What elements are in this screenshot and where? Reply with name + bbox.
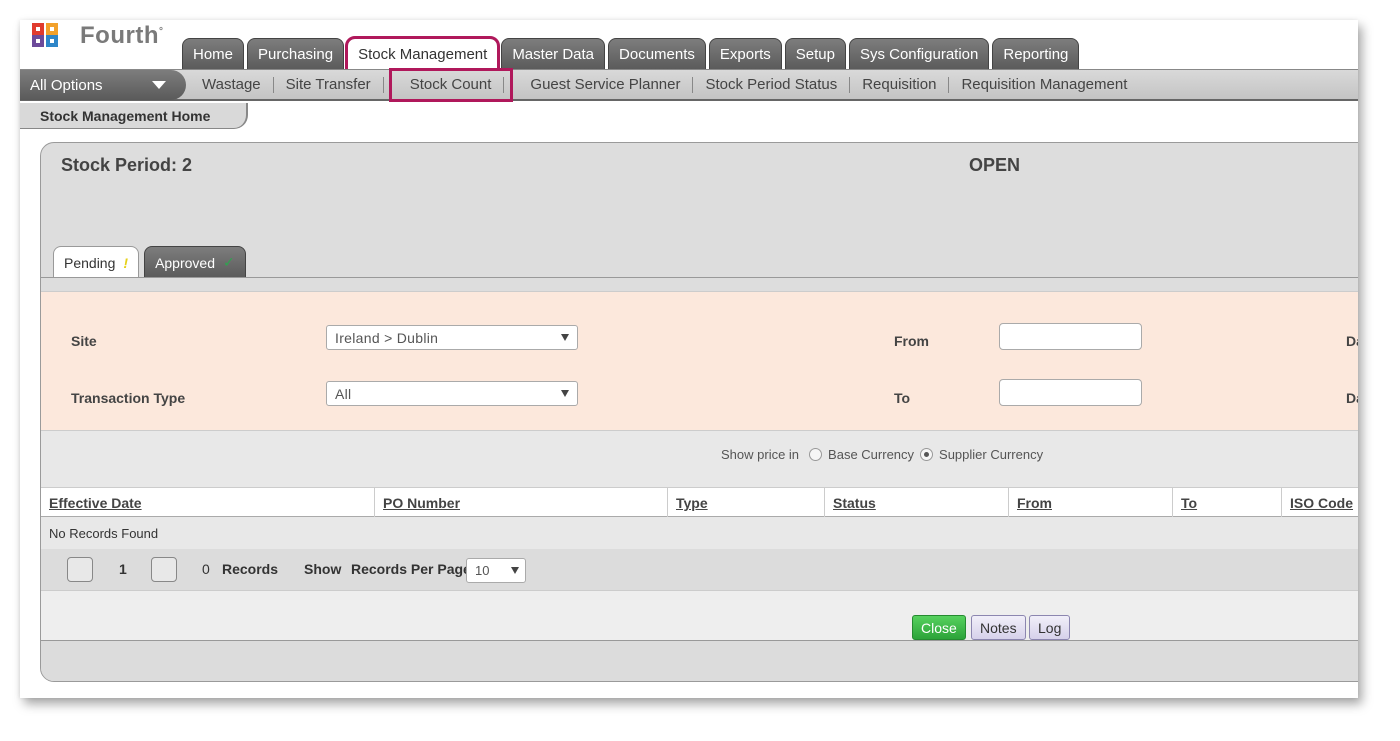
notes-button[interactable]: Notes (971, 615, 1026, 640)
supplier-currency-radio[interactable] (920, 448, 934, 461)
transaction-type-label: Transaction Type (71, 390, 186, 406)
transaction-type-select[interactable]: All (326, 381, 578, 406)
logo-text: Fourth° (80, 22, 164, 49)
tab-reporting[interactable]: Reporting (992, 38, 1080, 70)
tab-stock-management[interactable]: Stock Management (345, 36, 501, 72)
to-label: To (894, 390, 911, 406)
tab-approved[interactable]: Approved ✓ (144, 246, 246, 278)
tab-pending[interactable]: Pending ! (53, 246, 140, 278)
sub-nav: All Options Wastage Site Transfer Stock … (20, 68, 1358, 102)
tab-divider (41, 277, 1358, 278)
tab-home[interactable]: Home (182, 38, 245, 70)
chevron-down-icon (152, 81, 166, 89)
col-to[interactable]: To (1173, 488, 1282, 518)
records-label: Records (222, 561, 279, 577)
next-page-button[interactable] (151, 557, 177, 582)
logo-mark-icon (32, 23, 74, 49)
subnav-wastage[interactable]: Wastage (190, 77, 274, 93)
show-label: Show (304, 561, 342, 577)
base-currency-label: Base Currency (828, 447, 915, 462)
all-options-label: All Options (30, 76, 103, 94)
subnav-requisition[interactable]: Requisition (850, 77, 950, 93)
current-page: 1 (119, 561, 127, 577)
col-status[interactable]: Status (825, 488, 1009, 518)
panel-footer (41, 641, 1358, 681)
period-title: Stock Period: 2 (61, 155, 193, 175)
site-select-value: Ireland > Dublin (335, 329, 439, 346)
all-options-dropdown[interactable]: All Options (20, 70, 186, 100)
app-window: Fourth° Home Purchasing Stock Management… (20, 20, 1358, 698)
from-date-input[interactable] (999, 323, 1142, 350)
subnav-requisition-management[interactable]: Requisition Management (949, 77, 1139, 93)
to-date-input[interactable] (999, 379, 1142, 406)
warning-icon: ! (123, 254, 129, 271)
records-per-page-value: 10 (475, 563, 490, 578)
supplier-currency-label: Supplier Currency (939, 447, 1044, 462)
col-type[interactable]: Type (668, 488, 825, 518)
chevron-down-icon (561, 334, 569, 341)
subnav-stock-period-status[interactable]: Stock Period Status (693, 77, 851, 93)
prev-page-button[interactable] (67, 557, 93, 582)
empty-message: No Records Found (41, 517, 1358, 549)
tab-pending-label: Pending (64, 254, 116, 271)
transaction-type-value: All (335, 385, 352, 402)
sub-nav-items: Wastage Site Transfer Stock Count Guest … (190, 68, 1139, 102)
col-iso-code[interactable]: ISO Code (1282, 488, 1358, 518)
records-per-page-label: Records Per Page (351, 561, 471, 577)
tab-sys-configuration[interactable]: Sys Configuration (848, 38, 990, 70)
period-status: OPEN (969, 155, 1021, 175)
col-po-number[interactable]: PO Number (375, 488, 668, 518)
tab-documents[interactable]: Documents (608, 38, 706, 70)
table-header: Effective Date PO Number Type Status Fro… (41, 487, 1358, 518)
chevron-down-icon (511, 567, 519, 574)
log-button[interactable]: Log (1029, 615, 1071, 640)
records-per-page-select[interactable]: 10 (466, 558, 526, 583)
pager: 1 0 Records Show Records Per Page 10 (41, 549, 1358, 591)
record-count: 0 (202, 561, 210, 577)
price-currency-options: Show price in Base Currency Supplier Cur… (721, 447, 1043, 462)
date-label-2: Da (1346, 390, 1358, 406)
subnav-site-transfer[interactable]: Site Transfer (274, 77, 384, 93)
tab-exports[interactable]: Exports (708, 38, 782, 70)
stock-period-panel: Stock Period: 2 OPEN Pending ! Approved … (40, 142, 1358, 682)
breadcrumb[interactable]: Stock Management Home (20, 103, 248, 129)
status-tabs: Pending ! Approved ✓ (53, 246, 246, 278)
checkmark-icon: ✓ (223, 254, 235, 270)
col-from[interactable]: From (1009, 488, 1173, 518)
base-currency-radio[interactable] (809, 448, 823, 461)
tab-purchasing[interactable]: Purchasing (247, 38, 345, 70)
tab-approved-label: Approved (155, 254, 215, 271)
date-label-1: Da (1346, 333, 1358, 349)
filter-section: Site Ireland > Dublin Transaction Type A… (41, 291, 1358, 431)
tab-master-data[interactable]: Master Data (501, 38, 606, 70)
main-nav: Home Purchasing Stock Management Master … (182, 36, 1080, 72)
col-effective-date[interactable]: Effective Date (41, 488, 375, 518)
subnav-stock-count[interactable]: Stock Count (388, 68, 514, 102)
price-currency-row: Show price in Base Currency Supplier Cur… (41, 431, 1358, 487)
chevron-down-icon (561, 390, 569, 397)
action-bar: Close Notes Log (41, 591, 1358, 641)
from-label: From (894, 333, 929, 349)
close-button[interactable]: Close (912, 615, 966, 640)
subnav-guest-service-planner[interactable]: Guest Service Planner (518, 77, 694, 93)
show-price-label: Show price in (721, 447, 800, 462)
fourth-logo: Fourth° (32, 20, 163, 52)
tab-setup[interactable]: Setup (784, 38, 846, 70)
site-select[interactable]: Ireland > Dublin (326, 325, 578, 350)
site-label: Site (71, 333, 97, 349)
